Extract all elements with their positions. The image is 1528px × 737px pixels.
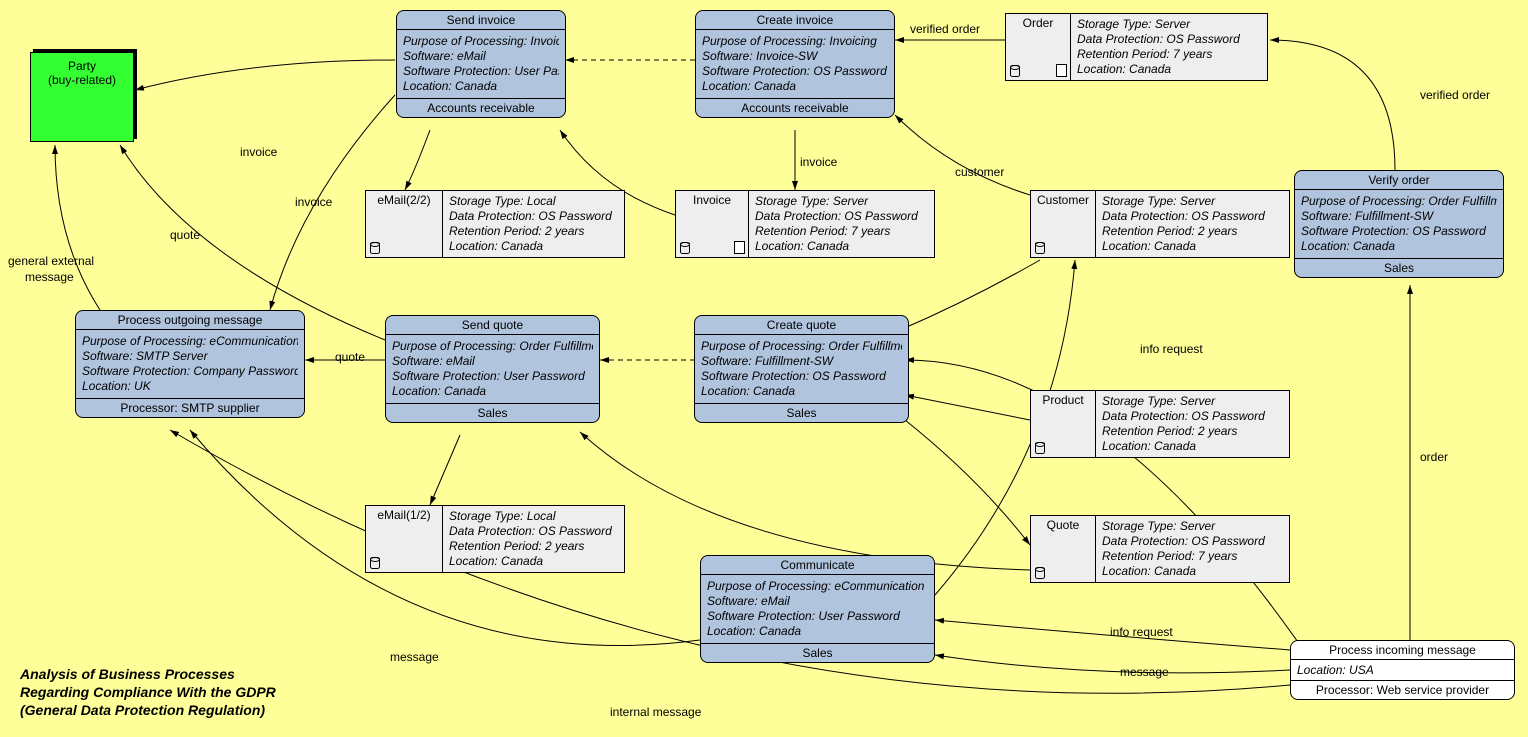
edge-label: invoice <box>800 155 837 169</box>
edge-label: quote <box>335 350 365 364</box>
diagram-caption: Analysis of Business Processes Regarding… <box>20 665 276 719</box>
edge-label: quote <box>170 228 200 242</box>
store-email1: eMail(1/2) Storage Type: Local Data Prot… <box>365 505 625 573</box>
proc-send-invoice: Send invoice Purpose of Processing: Invo… <box>396 10 566 118</box>
db-icon <box>1035 442 1045 454</box>
db-icon <box>370 242 380 254</box>
edge-label: order <box>1420 450 1448 464</box>
note-icon <box>734 241 745 254</box>
edge-label: customer <box>955 165 1004 179</box>
party-title: Party <box>31 59 133 73</box>
db-icon <box>1010 65 1020 77</box>
store-order: Order Storage Type: Server Data Protecti… <box>1005 13 1268 81</box>
store-invoice: Invoice Storage Type: Server Data Protec… <box>675 190 935 258</box>
party-sub: (buy-related) <box>31 73 133 87</box>
title: Send invoice <box>397 11 565 30</box>
edge-label: invoice <box>240 145 277 159</box>
edge-label: message <box>390 650 439 664</box>
proc-send-quote: Send quote Purpose of Processing: Order … <box>385 315 600 423</box>
edge-label: info request <box>1110 625 1173 639</box>
store-customer: Customer Storage Type: Server Data Prote… <box>1030 190 1290 258</box>
store-email2: eMail(2/2) Storage Type: Local Data Prot… <box>365 190 625 258</box>
proc-create-quote: Create quote Purpose of Processing: Orde… <box>694 315 909 423</box>
edge-label: message <box>1120 665 1169 679</box>
edge-label: verified order <box>910 22 980 36</box>
party-box: Party (buy-related) <box>30 52 134 142</box>
db-icon <box>370 557 380 569</box>
store-product: Product Storage Type: Server Data Protec… <box>1030 390 1290 458</box>
edge-label: message <box>25 270 74 284</box>
db-icon <box>680 242 690 254</box>
proc-create-invoice: Create invoice Purpose of Processing: In… <box>695 10 895 118</box>
store-quote: Quote Storage Type: Server Data Protecti… <box>1030 515 1290 583</box>
proc-verify-order: Verify order Purpose of Processing: Orde… <box>1294 170 1504 278</box>
proc-communicate: Communicate Purpose of Processing: eComm… <box>700 555 935 663</box>
db-icon <box>1035 567 1045 579</box>
edge-label: general external <box>8 254 94 268</box>
edge-label: verified order <box>1420 88 1490 102</box>
edge-label: invoice <box>295 195 332 209</box>
db-icon <box>1035 242 1045 254</box>
proc-outgoing-message: Process outgoing message Purpose of Proc… <box>75 310 305 418</box>
proc-incoming-message: Process incoming message Location: USA P… <box>1290 640 1515 700</box>
note-icon <box>1056 64 1067 77</box>
edge-label: info request <box>1140 342 1203 356</box>
edge-label: internal message <box>610 705 701 719</box>
